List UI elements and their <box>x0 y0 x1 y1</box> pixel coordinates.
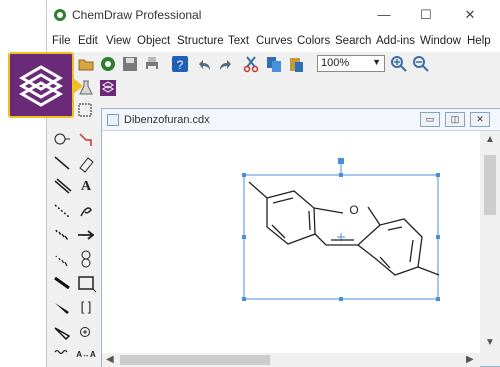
print-icon[interactable] <box>143 55 161 73</box>
double-bond-tool-icon[interactable] <box>51 176 73 198</box>
zoom-out-icon[interactable] <box>412 55 430 73</box>
redo-icon[interactable] <box>217 55 235 73</box>
cut-icon[interactable] <box>242 55 260 73</box>
pen-tool-icon[interactable] <box>75 200 97 222</box>
undo-icon[interactable] <box>195 55 213 73</box>
rotate-tool-icon[interactable] <box>75 128 97 150</box>
doc-restore-button[interactable]: ◫ <box>445 112 465 127</box>
hashed-bond-tool-icon[interactable] <box>51 224 73 246</box>
drawing-canvas[interactable]: O <box>102 131 480 353</box>
bold-bond-tool-icon[interactable] <box>51 272 73 294</box>
molecule-drawing: O <box>242 158 440 301</box>
zoom-in-icon[interactable] <box>390 55 408 73</box>
wavy-bond-tool-icon[interactable] <box>51 344 73 366</box>
bond-tool-icon[interactable] <box>51 152 73 174</box>
scroll-left-arrow-icon[interactable]: ◀ <box>106 354 114 365</box>
scroll-right-arrow-icon[interactable]: ▶ <box>466 354 474 365</box>
scroll-down-arrow-icon[interactable]: ▼ <box>485 337 495 348</box>
title-bar: ChemDraw Professional — ☐ ✕ <box>47 0 500 30</box>
dashed-bond-tool-icon[interactable] <box>51 200 73 222</box>
wedged-hashed-bond-tool-icon[interactable] <box>51 248 73 270</box>
menu-text[interactable]: Text <box>228 35 249 47</box>
menu-file[interactable]: File <box>52 35 71 47</box>
menu-bar: File Edit View Object Structure Text Cur… <box>47 30 500 52</box>
open-folder-icon[interactable] <box>77 55 95 73</box>
orbital-tool-icon[interactable] <box>75 248 97 270</box>
menu-edit[interactable]: Edit <box>78 35 98 47</box>
menu-window[interactable]: Window <box>420 35 461 47</box>
hollow-wedge-bond-tool-icon[interactable] <box>51 320 73 342</box>
app-title: ChemDraw Professional <box>72 8 202 22</box>
vertical-scroll-thumb[interactable] <box>484 155 496 215</box>
menu-object[interactable]: Object <box>137 35 170 47</box>
close-button[interactable]: ✕ <box>455 4 485 26</box>
menu-structure[interactable]: Structure <box>177 35 224 47</box>
menu-curves[interactable]: Curves <box>256 35 292 47</box>
copy-icon[interactable] <box>265 55 283 73</box>
chevron-down-icon: ▼ <box>372 57 381 67</box>
document-icon <box>107 114 119 126</box>
help-icon[interactable]: ? <box>171 55 189 73</box>
templates-icon[interactable] <box>99 79 117 97</box>
zoom-value: 100% <box>321 57 350 69</box>
selection-box[interactable] <box>242 158 440 301</box>
tool-palette: A [ ] A↔A <box>47 98 99 367</box>
oxygen-atom-label[interactable]: O <box>349 203 358 217</box>
horizontal-scroll-thumb[interactable] <box>120 355 270 365</box>
wedge-bond-tool-icon[interactable] <box>51 296 73 318</box>
marquee-tool-icon[interactable] <box>75 100 97 122</box>
chemdraw-app-icon <box>54 9 66 21</box>
text-tool[interactable]: A <box>75 176 97 198</box>
doc-close-button[interactable]: ✕ <box>470 112 490 127</box>
menu-help[interactable]: Help <box>467 35 491 47</box>
scroll-up-arrow-icon[interactable]: ▲ <box>485 134 495 145</box>
menu-colors[interactable]: Colors <box>297 35 330 47</box>
main-toolbar: ? 100% ▼ <box>47 52 500 76</box>
zoom-dropdown[interactable]: 100% ▼ <box>317 55 385 72</box>
drawing-element-tool-icon[interactable] <box>75 272 97 294</box>
menu-add-ins[interactable]: Add-ins <box>376 35 415 47</box>
dibenzofuran-structure[interactable] <box>248 181 440 276</box>
chemdraw-logo-icon[interactable] <box>99 55 117 73</box>
horizontal-scrollbar[interactable]: ◀ ▶ <box>102 353 480 367</box>
badge-pointer <box>73 78 83 94</box>
vertical-scrollbar[interactable]: ▲ ▼ <box>480 131 500 353</box>
arrow-tool-icon[interactable] <box>75 224 97 246</box>
document-title: Dibenzofuran.cdx <box>124 114 210 126</box>
eraser-tool-icon[interactable] <box>75 152 97 174</box>
bracket-tool[interactable]: [ ] <box>75 296 97 318</box>
svg-text:?: ? <box>177 58 184 72</box>
doc-minimize-button[interactable]: ▭ <box>420 112 440 127</box>
resize-text-tool[interactable]: A↔A <box>75 344 97 366</box>
secondary-toolbar <box>47 76 500 98</box>
menu-search[interactable]: Search <box>335 35 371 47</box>
document-title-bar: Dibenzofuran.cdx ▭ ◫ ✕ <box>102 109 500 131</box>
maximize-button[interactable]: ☐ <box>411 4 441 26</box>
save-icon[interactable] <box>121 55 139 73</box>
minimize-button[interactable]: — <box>369 4 399 26</box>
charge-tool-icon[interactable] <box>75 320 97 342</box>
document-window: Dibenzofuran.cdx ▭ ◫ ✕ O ▲ ▼ ◀ ▶ <box>101 108 500 367</box>
paste-icon[interactable] <box>287 55 305 73</box>
templates-badge-icon <box>8 52 74 118</box>
lasso-tool-icon[interactable] <box>51 128 73 150</box>
app-window: ChemDraw Professional — ☐ ✕ File Edit Vi… <box>46 0 500 367</box>
menu-view[interactable]: View <box>106 35 131 47</box>
